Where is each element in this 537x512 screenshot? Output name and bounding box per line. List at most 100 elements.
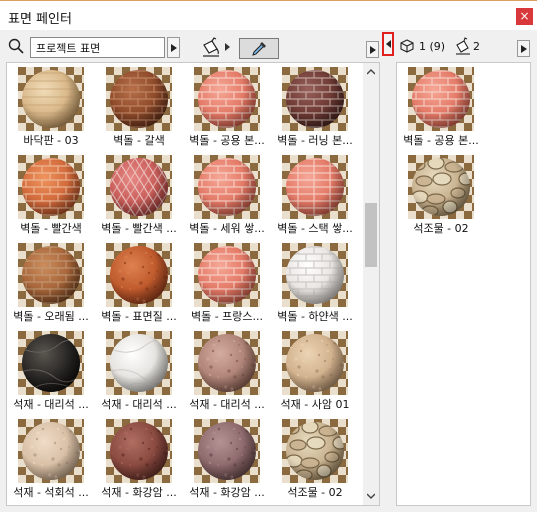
material-sphere-icon [106,243,172,307]
surface-tile[interactable]: 석재 - 화강암 ... [183,415,271,501]
surface-tile[interactable]: 석재 - 대리석 ... [183,327,271,413]
surface-tile[interactable]: 석재 - 화강암 ... [95,415,183,501]
surface-label: 벽돌 - 하얀색 ... [277,310,353,323]
surface-tile[interactable]: 석조물 - 02 [397,151,485,237]
vertical-scrollbar[interactable] [363,63,379,505]
material-sphere-icon [106,331,172,395]
collapse-panel-button[interactable] [382,32,394,56]
surface-tile[interactable]: 벽돌 - 스택 쌓... [271,151,359,237]
material-sphere-icon [18,67,84,131]
material-sphere-icon [18,243,84,307]
surface-thumbnail [282,331,348,395]
chevron-right-icon [370,46,376,54]
surface-label: 벽돌 - 갈색 [113,134,165,147]
cube-icon [400,39,414,53]
surface-tile[interactable]: 석재 - 석회석 ... [7,415,95,501]
surface-thumbnail [282,243,348,307]
chevron-right-icon [171,44,177,52]
scroll-down-icon[interactable] [367,493,375,499]
right-toolbar: 1 (9) 2 [396,30,537,62]
surface-thumbnail [18,155,84,219]
surface-tile[interactable]: 벽돌 - 하얀색 ... [271,239,359,325]
material-sphere-icon [194,243,260,307]
surface-tile[interactable]: 석재 - 대리석 ... [7,327,95,413]
paint-bucket-icon[interactable] [200,36,222,58]
surface-thumbnail [106,243,172,307]
surface-tile[interactable]: 석재 - 대리석 ... [95,327,183,413]
eyedropper-button[interactable] [239,38,279,59]
surface-label: 벽돌 - 스택 쌓... [277,222,353,235]
surface-thumbnail [282,67,348,131]
eyedropper-icon [252,42,266,56]
right-panel-options-button[interactable] [517,40,530,57]
surface-thumbnail [106,419,172,483]
surface-label: 석재 - 대리석 ... [13,398,89,411]
material-sphere-icon [194,67,260,131]
surface-label: 벽돌 - 빨간색 ... [101,222,177,235]
surface-library-panel: 바닥판 - 03 벽돌 - 갈색 벽돌 - 공용 본... 벽돌 - 러닝 본.… [6,62,380,506]
surface-thumbnail [194,419,260,483]
close-icon: × [519,9,530,23]
surface-label: 벽돌 - 러닝 본... [277,134,353,147]
material-sphere-icon [18,419,84,483]
material-sphere-icon [408,67,474,131]
surface-label: 석재 - 화강암 ... [189,486,265,499]
material-sphere-icon [282,67,348,131]
material-sphere-icon [106,67,172,131]
surface-label: 벽돌 - 오래됨 ... [13,310,89,323]
material-sphere-icon [282,243,348,307]
surface-tile[interactable]: 벽돌 - 프랑스... [183,239,271,325]
scrollbar-thumb[interactable] [365,203,377,267]
surface-thumbnail [282,419,348,483]
surface-label: 벽돌 - 표면질 ... [101,310,177,323]
surface-thumbnail [106,67,172,131]
surface-label: 벽돌 - 프랑스... [190,310,264,323]
surface-tile[interactable]: 벽돌 - 표면질 ... [95,239,183,325]
surface-label: 벽돌 - 세워 쌓... [189,222,265,235]
apply-arrow-icon [225,43,230,51]
left-panel-options-button[interactable] [366,41,379,58]
window-title: 표면 페인터 [8,12,72,27]
surface-thumbnail [408,155,474,219]
paint-bucket-icon [456,37,470,55]
search-input[interactable] [30,37,165,58]
material-sphere-icon [282,331,348,395]
surface-tile[interactable]: 벽돌 - 러닝 본... [271,63,359,149]
surface-tile[interactable]: 벽돌 - 공용 본... [397,63,485,149]
surface-tile[interactable]: 벽돌 - 빨간색 ... [95,151,183,237]
material-sphere-icon [194,155,260,219]
surface-thumbnail [194,243,260,307]
material-sphere-icon [18,155,84,219]
surface-tile[interactable]: 벽돌 - 세워 쌓... [183,151,271,237]
surface-label: 바닥판 - 03 [23,134,79,147]
surface-tile[interactable]: 석재 - 사암 01 [271,327,359,413]
material-sphere-icon [106,419,172,483]
surface-label: 석재 - 대리석 ... [189,398,265,411]
title-bar: 표면 페인터 × [0,0,537,30]
surface-tile[interactable]: 벽돌 - 공용 본... [183,63,271,149]
surface-thumbnail [194,331,260,395]
surface-label: 벽돌 - 공용 본... [189,134,265,147]
surface-thumbnail [18,67,84,131]
search-icon [8,38,24,54]
surface-label: 벽돌 - 빨간색 [20,222,82,235]
surface-tile[interactable]: 석조물 - 02 [271,415,359,501]
close-button[interactable]: × [516,8,533,25]
surface-thumbnail [106,331,172,395]
surface-thumbnail [408,67,474,131]
surface-tile[interactable]: 벽돌 - 갈색 [95,63,183,149]
surface-label: 석조물 - 02 [413,222,469,235]
chevron-left-icon [386,40,391,48]
surface-thumbnail [18,419,84,483]
scroll-up-icon[interactable] [367,69,375,75]
surface-label: 석재 - 사암 01 [280,398,350,411]
surface-tile[interactable]: 벽돌 - 빨간색 [7,151,95,237]
surface-thumbnail [18,331,84,395]
surface-tile[interactable]: 벽돌 - 오래됨 ... [7,239,95,325]
search-options-button[interactable] [167,37,180,58]
surface-tile[interactable]: 바닥판 - 03 [7,63,95,149]
surface-label: 석조물 - 02 [287,486,343,499]
surface-thumbnail [282,155,348,219]
material-sphere-icon [408,155,474,219]
material-sphere-icon [282,155,348,219]
